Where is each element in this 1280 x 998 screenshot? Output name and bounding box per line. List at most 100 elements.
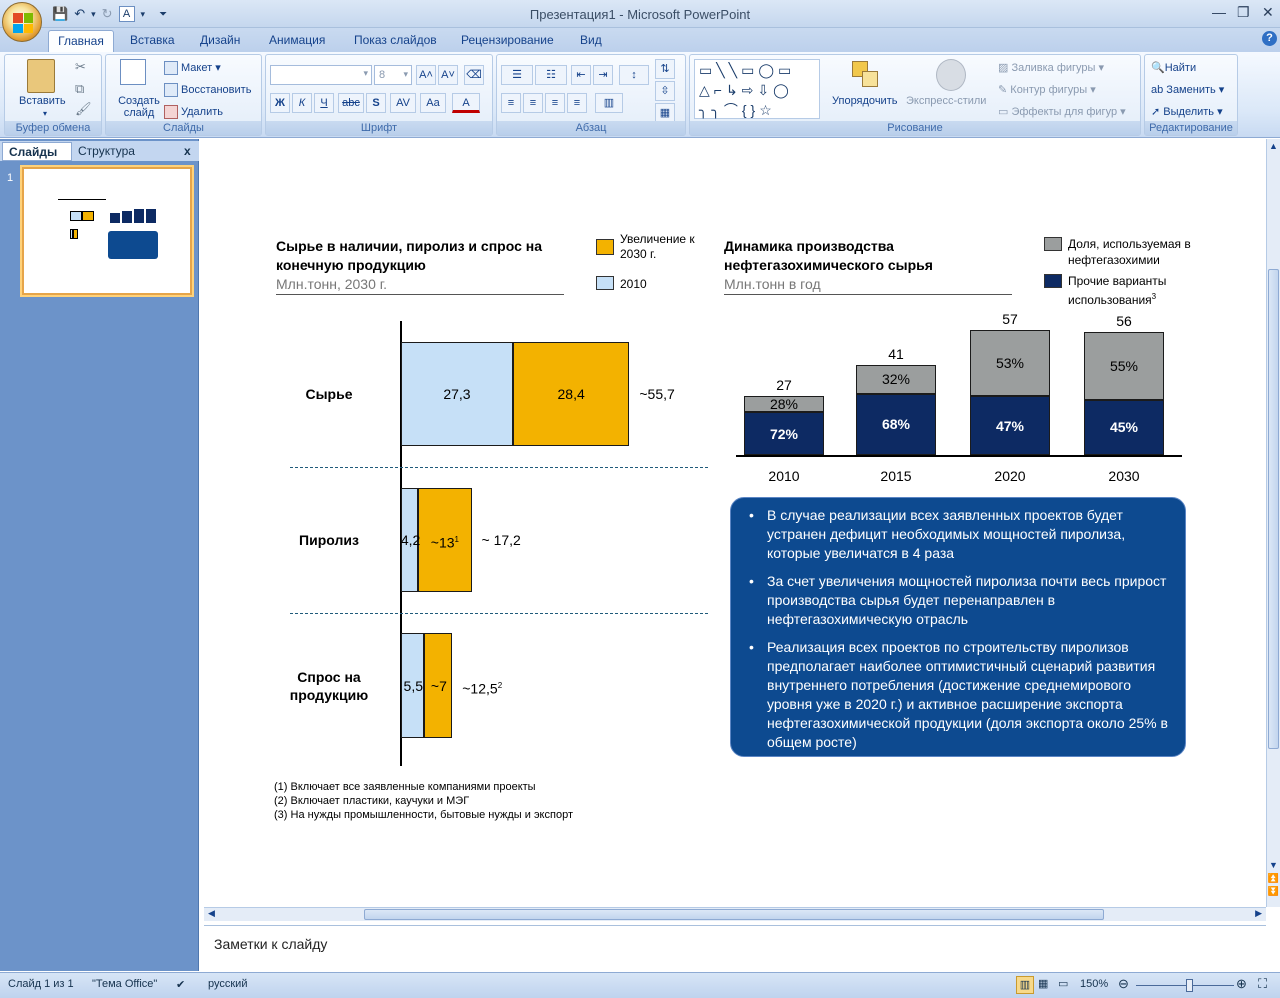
notes-pane[interactable]: Заметки к слайду xyxy=(204,925,1266,971)
tab-slides[interactable]: Слайды xyxy=(2,142,72,161)
close-pane-icon[interactable]: x xyxy=(184,144,191,158)
arrange-icon[interactable] xyxy=(852,61,880,89)
copy-icon[interactable]: ⧉ xyxy=(75,81,84,97)
align-center-button[interactable]: ≡ xyxy=(523,93,543,113)
select-button[interactable]: ➚ Выделить ▾ xyxy=(1151,105,1223,118)
office-logo-icon xyxy=(13,13,33,33)
char-spacing-button[interactable]: AV xyxy=(390,93,416,113)
layout-icon xyxy=(164,61,178,76)
grow-font-button[interactable]: A˄ xyxy=(416,65,436,85)
paste-button[interactable]: Вставить xyxy=(19,95,66,107)
close-icon[interactable]: ✕ xyxy=(1262,4,1274,21)
replace-button[interactable]: ab Заменить ▾ xyxy=(1151,83,1224,96)
office-button[interactable] xyxy=(2,2,42,42)
scroll-up-icon[interactable]: ▲ xyxy=(1267,141,1280,151)
group-slides: Создать слайд Макет ▾ Восстановить Удали… xyxy=(105,54,262,136)
group-label: Абзац xyxy=(497,121,685,135)
theme-name: "Тема Office" xyxy=(92,978,158,990)
maximize-icon[interactable]: ❐ xyxy=(1237,4,1250,21)
numbering-button[interactable]: ☷ xyxy=(535,65,567,85)
shadow-button[interactable]: S xyxy=(366,93,386,113)
delete-button[interactable]: Удалить xyxy=(164,105,223,119)
shape-fill-button[interactable]: ▨ Заливка фигуры ▾ xyxy=(998,61,1104,74)
shapes-gallery[interactable]: ▭╲╲▭◯▭ △⌐↳⇨⇩◯ ╮╮⌒{}☆ xyxy=(694,59,820,119)
increase-indent-button[interactable]: ⇥ xyxy=(593,65,613,85)
help-icon[interactable]: ? xyxy=(1262,31,1277,46)
cut-icon[interactable]: ✂ xyxy=(75,59,86,75)
scroll-thumb[interactable] xyxy=(1268,269,1279,749)
zoom-level[interactable]: 150% xyxy=(1080,978,1108,990)
bold-button[interactable]: Ж xyxy=(270,93,290,113)
shape-outline-button[interactable]: ✎ Контур фигуры ▾ xyxy=(998,83,1096,96)
hscroll-thumb[interactable] xyxy=(364,909,1104,920)
language[interactable]: русский xyxy=(208,978,247,990)
scroll-nav-icons[interactable]: ▼ ⏫ ⏬ xyxy=(1267,859,1280,898)
pen-icon: ✎ xyxy=(998,84,1011,96)
group-label: Рисование xyxy=(690,121,1140,135)
align-left-button[interactable]: ≡ xyxy=(501,93,521,113)
scroll-left-icon[interactable]: ◀ xyxy=(208,908,215,919)
minimize-icon[interactable]: — xyxy=(1212,4,1226,20)
shrink-font-button[interactable]: A˅ xyxy=(438,65,458,85)
x-tick-label: 2010 xyxy=(768,468,800,484)
zoom-out-icon[interactable]: ⊖ xyxy=(1118,976,1129,992)
tab-insert[interactable]: Вставка xyxy=(130,33,175,47)
zoom-slider-track[interactable] xyxy=(1136,985,1234,986)
horizontal-scrollbar[interactable]: ◀ ▶ xyxy=(204,907,1266,921)
tab-review[interactable]: Рецензирование xyxy=(461,33,554,47)
clear-format-button[interactable]: ⌫ xyxy=(464,65,484,85)
tab-home[interactable]: Главная xyxy=(48,30,114,52)
italic-button[interactable]: К xyxy=(292,93,312,113)
vertical-scrollbar[interactable]: ▲ ▼ ⏫ ⏬ xyxy=(1266,139,1280,907)
quick-styles-button[interactable]: Экспресс-стили xyxy=(906,95,986,107)
cursor-icon: ➚ xyxy=(1151,106,1164,118)
slide-sorter-icon[interactable]: ▦ xyxy=(1038,977,1048,990)
font-size-input[interactable]: 8 ▾ xyxy=(374,65,412,85)
data-label: 28% xyxy=(769,395,799,412)
group-paragraph: ☰ ☷ ⇤ ⇥ ↕ ⇅ ≡ ≡ ≡ ≡ ▥ ⇳ ▦ Абзац xyxy=(496,54,686,136)
slide-editor[interactable]: Сырье в наличии, пиролиз и спрос на коне… xyxy=(204,139,1266,907)
tab-outline[interactable]: Структура xyxy=(78,144,135,158)
columns-button[interactable]: ▥ xyxy=(595,93,623,113)
font-color-button[interactable]: A xyxy=(452,93,480,113)
arrange-button[interactable]: Упорядочить xyxy=(832,95,897,107)
strike-button[interactable]: abc xyxy=(338,93,364,113)
reset-button[interactable]: Восстановить xyxy=(164,83,251,97)
font-name-input[interactable]: ▾ xyxy=(270,65,372,85)
layout-button[interactable]: Макет ▾ xyxy=(164,61,221,76)
quick-styles-icon[interactable] xyxy=(936,59,966,91)
align-text-button[interactable]: ⇳ xyxy=(655,81,675,101)
format-painter-icon[interactable]: 🖌 xyxy=(75,101,92,117)
data-label: 55% xyxy=(1109,357,1139,374)
normal-view-icon[interactable]: ▥ xyxy=(1016,976,1034,994)
scroll-right-icon[interactable]: ▶ xyxy=(1255,908,1262,919)
slideshow-icon[interactable]: ▭ xyxy=(1058,977,1068,990)
paste-icon[interactable] xyxy=(27,59,55,93)
zoom-in-icon[interactable]: ⊕ xyxy=(1236,976,1247,992)
bullets-button[interactable]: ☰ xyxy=(501,65,533,85)
justify-button[interactable]: ≡ xyxy=(567,93,587,113)
replace-icon: ab xyxy=(1151,84,1167,96)
line-spacing-button[interactable]: ↕ xyxy=(619,65,649,85)
total-label: 56 xyxy=(1116,312,1132,329)
new-slide-icon[interactable] xyxy=(120,59,146,85)
slide-thumbnail[interactable] xyxy=(22,167,192,295)
align-right-button[interactable]: ≡ xyxy=(545,93,565,113)
spellcheck-icon[interactable]: ✔ xyxy=(176,978,185,991)
tab-slideshow[interactable]: Показ слайдов xyxy=(354,33,437,47)
footnote: (1) Включает все заявленные компаниями п… xyxy=(274,781,536,793)
underline-button[interactable]: Ч xyxy=(314,93,334,113)
decrease-indent-button[interactable]: ⇤ xyxy=(571,65,591,85)
group-drawing: ▭╲╲▭◯▭ △⌐↳⇨⇩◯ ╮╮⌒{}☆ Упорядочить Экспресс-… xyxy=(689,54,1141,136)
smartart-button[interactable]: ▦ xyxy=(655,103,675,123)
tab-animation[interactable]: Анимация xyxy=(269,33,325,47)
new-slide-button[interactable]: Создать слайд xyxy=(114,95,164,119)
shape-effects-button[interactable]: ▭ Эффекты для фигур ▾ xyxy=(998,105,1126,118)
fit-slide-icon[interactable]: ⛶ xyxy=(1258,976,1267,992)
text-direction-button[interactable]: ⇅ xyxy=(655,59,675,79)
tab-view[interactable]: Вид xyxy=(580,33,602,47)
change-case-button[interactable]: Aa xyxy=(420,93,446,113)
find-button[interactable]: 🔍Найти xyxy=(1151,61,1196,74)
tab-design[interactable]: Дизайн xyxy=(200,33,240,47)
zoom-slider-thumb[interactable] xyxy=(1186,979,1193,992)
